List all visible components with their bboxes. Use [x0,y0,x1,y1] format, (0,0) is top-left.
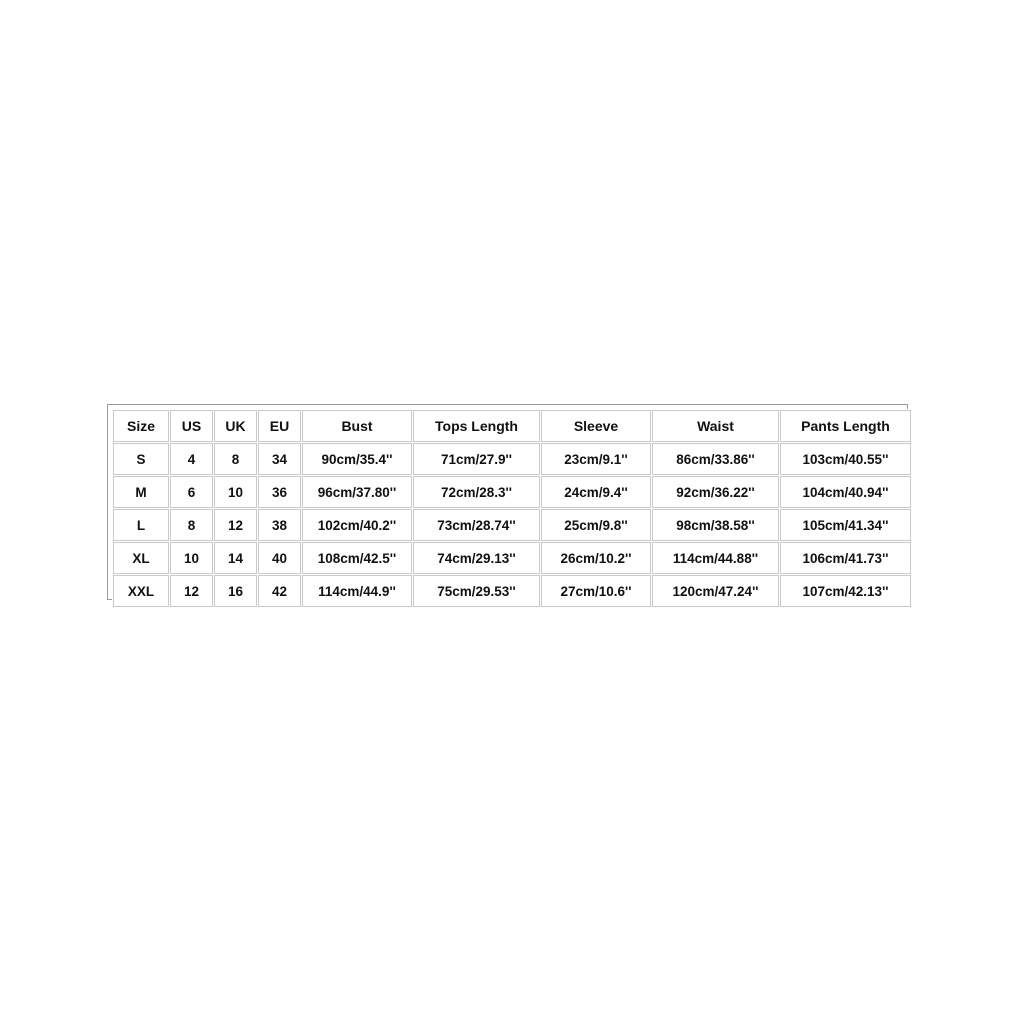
cell-waist: 98cm/38.58'' [652,509,779,541]
cell-tops-length: 74cm/29.13'' [413,542,540,574]
cell-size: XL [113,542,169,574]
cell-sleeve: 23cm/9.1'' [541,443,651,475]
column-header-pants-length: Pants Length [780,410,911,442]
cell-waist: 114cm/44.88'' [652,542,779,574]
cell-pants-length: 105cm/41.34'' [780,509,911,541]
cell-size: S [113,443,169,475]
cell-bust: 96cm/37.80'' [302,476,412,508]
cell-size: L [113,509,169,541]
cell-us: 6 [170,476,213,508]
column-header-sleeve: Sleeve [541,410,651,442]
cell-size: M [113,476,169,508]
cell-waist: 120cm/47.24'' [652,575,779,607]
cell-us: 12 [170,575,213,607]
cell-pants-length: 103cm/40.55'' [780,443,911,475]
cell-sleeve: 25cm/9.8'' [541,509,651,541]
table-row: M 6 10 36 96cm/37.80'' 72cm/28.3'' 24cm/… [113,476,911,508]
cell-uk: 10 [214,476,257,508]
column-header-uk: UK [214,410,257,442]
cell-eu: 34 [258,443,301,475]
column-header-waist: Waist [652,410,779,442]
cell-us: 4 [170,443,213,475]
cell-us: 8 [170,509,213,541]
table-row: XL 10 14 40 108cm/42.5'' 74cm/29.13'' 26… [113,542,911,574]
cell-sleeve: 24cm/9.4'' [541,476,651,508]
cell-pants-length: 106cm/41.73'' [780,542,911,574]
column-header-tops-length: Tops Length [413,410,540,442]
size-chart-frame: Size US UK EU Bust Tops Length Sleeve Wa… [107,404,912,608]
cell-tops-length: 71cm/27.9'' [413,443,540,475]
cell-bust: 108cm/42.5'' [302,542,412,574]
cell-pants-length: 107cm/42.13'' [780,575,911,607]
cell-tops-length: 72cm/28.3'' [413,476,540,508]
size-chart-table: Size US UK EU Bust Tops Length Sleeve Wa… [112,409,912,608]
cell-eu: 38 [258,509,301,541]
cell-eu: 42 [258,575,301,607]
cell-uk: 14 [214,542,257,574]
cell-uk: 16 [214,575,257,607]
table-header-row: Size US UK EU Bust Tops Length Sleeve Wa… [113,410,911,442]
cell-uk: 8 [214,443,257,475]
cell-waist: 86cm/33.86'' [652,443,779,475]
column-header-size: Size [113,410,169,442]
column-header-us: US [170,410,213,442]
cell-uk: 12 [214,509,257,541]
cell-bust: 102cm/40.2'' [302,509,412,541]
cell-pants-length: 104cm/40.94'' [780,476,911,508]
cell-eu: 36 [258,476,301,508]
cell-waist: 92cm/36.22'' [652,476,779,508]
cell-tops-length: 73cm/28.74'' [413,509,540,541]
column-header-eu: EU [258,410,301,442]
cell-sleeve: 26cm/10.2'' [541,542,651,574]
cell-bust: 90cm/35.4'' [302,443,412,475]
table-row: S 4 8 34 90cm/35.4'' 71cm/27.9'' 23cm/9.… [113,443,911,475]
cell-bust: 114cm/44.9'' [302,575,412,607]
column-header-bust: Bust [302,410,412,442]
cell-us: 10 [170,542,213,574]
table-row: L 8 12 38 102cm/40.2'' 73cm/28.74'' 25cm… [113,509,911,541]
cell-eu: 40 [258,542,301,574]
cell-sleeve: 27cm/10.6'' [541,575,651,607]
cell-size: XXL [113,575,169,607]
cell-tops-length: 75cm/29.53'' [413,575,540,607]
table-row: XXL 12 16 42 114cm/44.9'' 75cm/29.53'' 2… [113,575,911,607]
